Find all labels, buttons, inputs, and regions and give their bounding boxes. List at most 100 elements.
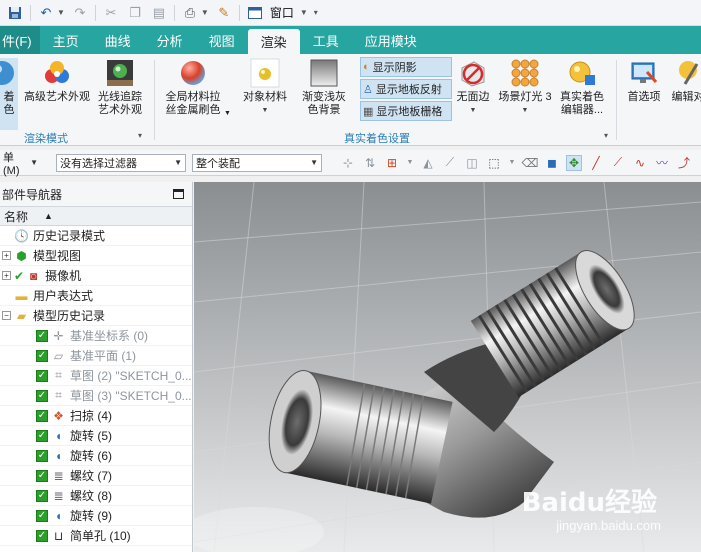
point-snap-dropdown-icon[interactable]: ▼ bbox=[406, 155, 414, 171]
render-mode-launcher-icon[interactable]: ▾ bbox=[138, 131, 142, 140]
chevron-down-icon: ▼ bbox=[174, 158, 182, 167]
window-menu[interactable]: 窗口 bbox=[270, 4, 294, 21]
tab-view[interactable]: 视图 bbox=[196, 26, 248, 54]
tab-render[interactable]: 渲染 bbox=[247, 29, 300, 54]
no-face-edge-label: 无面边 bbox=[456, 91, 490, 103]
tree-item-feature[interactable]: ✓ ◖ 旋转 (5) bbox=[0, 426, 192, 446]
spline-icon[interactable]: 〰 bbox=[654, 155, 670, 171]
shading-button[interactable]: 着色 bbox=[0, 58, 18, 130]
visibility-checkbox[interactable]: ✓ bbox=[36, 529, 48, 542]
true-shading-settings-launcher-icon[interactable]: ▾ bbox=[604, 131, 608, 140]
tab-home[interactable]: 主页 bbox=[40, 26, 92, 54]
vertex-snap-icon[interactable]: ✥ bbox=[566, 154, 582, 171]
show-floor-reflection-toggle[interactable]: ♙ 显示地板反射 bbox=[360, 79, 452, 99]
object-material-dropdown-icon[interactable]: ▼ bbox=[262, 104, 269, 117]
visibility-checkbox[interactable]: ✓ bbox=[36, 389, 48, 402]
camera-icon: ◙ bbox=[29, 268, 38, 283]
tab-curve[interactable]: 曲线 bbox=[92, 26, 144, 54]
undo-icon[interactable]: ↶ bbox=[37, 4, 55, 22]
tree-item-feature[interactable]: ✓ ⌗ 草图 (3) "SKETCH_0... bbox=[0, 386, 192, 406]
pencil-icon[interactable]: ✎ bbox=[215, 4, 233, 22]
midpoint-icon[interactable]: ⟋ bbox=[610, 155, 626, 171]
undo-dropdown-icon[interactable]: ▼ bbox=[57, 8, 65, 17]
box-select-dropdown-icon[interactable]: ▼ bbox=[508, 155, 516, 171]
cut-icon[interactable]: ✂ bbox=[102, 4, 120, 22]
scene-light-button[interactable]: 场景灯光 3 ▼ bbox=[497, 58, 553, 117]
tree-item-feature[interactable]: ✓ ❖ 扫掠 (4) bbox=[0, 406, 192, 426]
tab-tools[interactable]: 工具 bbox=[300, 26, 352, 54]
object-material-button[interactable]: 对象材料 ▼ bbox=[240, 58, 290, 117]
graphics-viewport[interactable]: Baidu经验 jingyan.baidu.com bbox=[194, 182, 701, 552]
visibility-checkbox[interactable]: ✓ bbox=[36, 409, 48, 422]
part-navigator-title: 部件导航器 bbox=[2, 187, 63, 202]
tree-item-feature[interactable]: ✓ ▱ 基准平面 (1) bbox=[0, 346, 192, 366]
curve-icon[interactable]: ∿ bbox=[632, 155, 648, 171]
customize-toolbar-icon[interactable]: ▾ bbox=[314, 8, 318, 17]
redo-icon[interactable]: ↷ bbox=[71, 4, 89, 22]
paste-icon[interactable]: ▤ bbox=[150, 4, 168, 22]
tree-item-history-mode[interactable]: 🕓 历史记录模式 bbox=[0, 226, 192, 246]
tree-item-feature[interactable]: ✓ ◖ 旋转 (6) bbox=[0, 446, 192, 466]
visibility-checkbox[interactable]: ✓ bbox=[36, 489, 48, 502]
expand-icon[interactable]: + bbox=[2, 251, 11, 260]
navigator-column-header[interactable]: 名称 ▲ bbox=[0, 206, 192, 226]
copy-icon[interactable]: ❐ bbox=[126, 4, 144, 22]
selection-filter-select[interactable]: 没有选择过滤器 ▼ bbox=[56, 153, 186, 172]
no-face-edge-button[interactable]: 无面边 ▼ bbox=[455, 58, 491, 117]
box-select-icon[interactable]: ⬚ bbox=[486, 155, 502, 171]
tree-item-model-views[interactable]: + ⬢ 模型视图 bbox=[0, 246, 192, 266]
tangent-icon[interactable]: ⤴ bbox=[676, 155, 692, 171]
eraser-icon[interactable]: ⌫ bbox=[522, 155, 539, 171]
menu-dropdown[interactable]: 单(M) ▼ bbox=[0, 152, 42, 177]
line-icon[interactable]: ╱ bbox=[588, 155, 604, 171]
window-dropdown-icon[interactable]: ▼ bbox=[300, 8, 308, 17]
maximize-icon[interactable] bbox=[173, 189, 184, 199]
scene-light-dropdown-icon[interactable]: ▼ bbox=[522, 104, 529, 117]
advanced-art-appearance-button[interactable]: 高级艺术外观 bbox=[22, 58, 92, 104]
print-icon[interactable]: ⎙ bbox=[181, 4, 199, 22]
tree-item-feature[interactable]: ✓ ◖ 旋转 (9) bbox=[0, 506, 192, 526]
show-floor-grid-toggle[interactable]: ▦ 显示地板栅格 bbox=[360, 101, 452, 121]
tab-application[interactable]: 应用模块 bbox=[352, 26, 430, 54]
tree-item-user-expressions[interactable]: ▬ 用户表达式 bbox=[0, 286, 192, 306]
global-material-dropdown-icon[interactable]: ▼ bbox=[224, 110, 231, 117]
visibility-checkbox[interactable]: ✓ bbox=[36, 429, 48, 442]
save-icon[interactable] bbox=[6, 4, 24, 22]
true-shading-editor-button[interactable]: 真实着色 编辑器... bbox=[556, 58, 608, 117]
tree-item-label: 基准平面 (1) bbox=[70, 349, 137, 363]
model-view-icon: ⬢ bbox=[16, 248, 27, 263]
visibility-checkbox[interactable]: ✓ bbox=[36, 469, 48, 482]
preferences-button[interactable]: 首选项 bbox=[622, 58, 666, 104]
snap-icon[interactable]: ⊹ bbox=[340, 155, 356, 171]
tree-item-feature[interactable]: ✓ ⊔ 简单孔 (10) bbox=[0, 526, 192, 546]
edit-object-button[interactable]: 编辑对 bbox=[668, 58, 701, 104]
visibility-checkbox[interactable]: ✓ bbox=[36, 449, 48, 462]
tree-item-feature[interactable]: ✓ ✛ 基准坐标系 (0) bbox=[0, 326, 192, 346]
print-dropdown-icon[interactable]: ▼ bbox=[201, 8, 209, 17]
visibility-checkbox[interactable]: ✓ bbox=[36, 369, 48, 382]
tree-item-model-history[interactable]: − ▰ 模型历史记录 bbox=[0, 306, 192, 326]
select-body-icon[interactable]: ◫ bbox=[464, 155, 480, 171]
cube-icon[interactable]: ◼ bbox=[544, 155, 560, 171]
assembly-scope-select[interactable]: 整个装配 ▼ bbox=[192, 153, 322, 172]
select-face-icon[interactable]: ◭ bbox=[420, 155, 436, 171]
tree-item-cameras[interactable]: + ✔ ◙ 摄像机 bbox=[0, 266, 192, 286]
visibility-checkbox[interactable]: ✓ bbox=[36, 329, 48, 342]
visibility-checkbox[interactable]: ✓ bbox=[36, 349, 48, 362]
no-face-edge-dropdown-icon[interactable]: ▼ bbox=[470, 104, 477, 117]
collapse-icon[interactable]: − bbox=[2, 311, 11, 320]
gradient-background-button[interactable]: 渐变浅灰 色背景 bbox=[296, 58, 352, 117]
select-edge-icon[interactable]: ⟋ bbox=[442, 155, 458, 171]
visibility-checkbox[interactable]: ✓ bbox=[36, 509, 48, 522]
tab-file[interactable]: 件(F) bbox=[0, 26, 40, 54]
tree-item-feature[interactable]: ✓ ≣ 螺纹 (8) bbox=[0, 486, 192, 506]
move-icon[interactable]: ⇅ bbox=[362, 155, 378, 171]
expand-icon[interactable]: + bbox=[2, 271, 11, 280]
raytrace-art-appearance-button[interactable]: 光线追踪 艺术外观 bbox=[92, 58, 148, 117]
show-shadow-toggle[interactable]: ◐ 显示阴影 bbox=[360, 57, 452, 77]
global-material-button[interactable]: 全局材料拉 丝金属刷色 bbox=[160, 58, 226, 117]
tab-analysis[interactable]: 分析 bbox=[144, 26, 196, 54]
point-snap-icon[interactable]: ⊞ bbox=[384, 155, 400, 171]
tree-item-feature[interactable]: ✓ ≣ 螺纹 (7) bbox=[0, 466, 192, 486]
tree-item-feature[interactable]: ✓ ⌗ 草图 (2) "SKETCH_0... bbox=[0, 366, 192, 386]
